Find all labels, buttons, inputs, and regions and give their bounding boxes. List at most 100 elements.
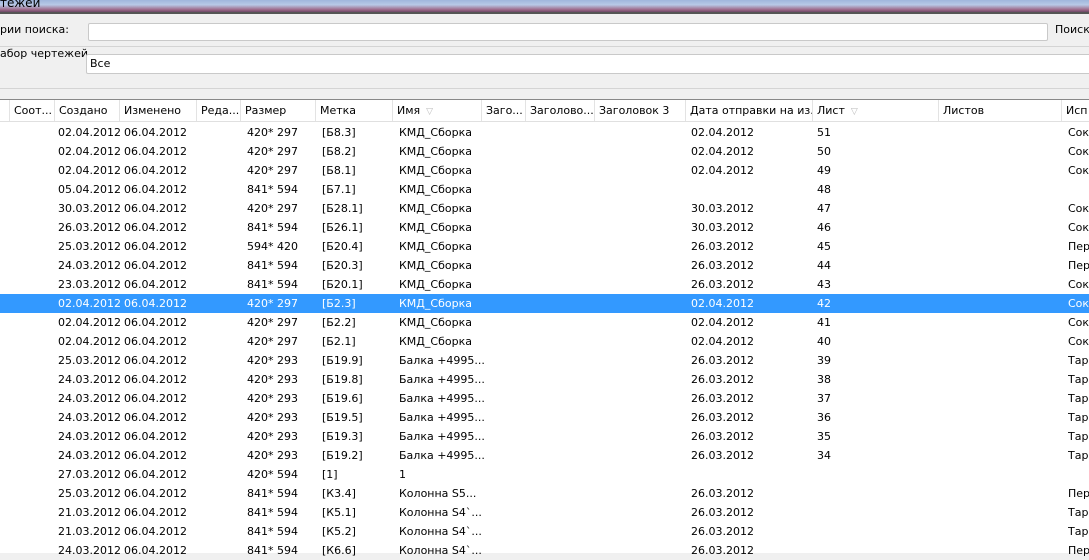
cell-name: КМД_Сборка: [399, 221, 472, 234]
cell-date-sent: 26.03.2012: [691, 411, 754, 424]
sort-icon[interactable]: ▽: [851, 107, 858, 117]
table-row[interactable]: 02.04.2012 06.04.2012 420* 297 [Б8.3] КМД_Сб…: [0, 123, 1089, 142]
cell-created: 26.03.2012: [58, 221, 121, 234]
cell-name: КМД_Сборка: [399, 335, 472, 348]
cell-mark: [К3.4]: [322, 487, 356, 500]
column-header[interactable]: Изменено: [120, 100, 197, 121]
cell-name: Балка +4995...: [399, 373, 485, 386]
column-header-label: Имя: [397, 104, 421, 117]
cell-date-sent: 02.04.2012: [691, 164, 754, 177]
column-header[interactable]: Заго...: [482, 100, 526, 121]
cell-date-sent: 26.03.2012: [691, 259, 754, 272]
cell-mark: [Б8.1]: [322, 164, 356, 177]
table-row[interactable]: 30.03.2012 06.04.2012 420* 297 [Б28.1] КМД_С…: [0, 199, 1089, 218]
table-row[interactable]: 02.04.2012 06.04.2012 420* 297 [Б2.3] КМД_Сб…: [0, 294, 1089, 313]
column-header[interactable]: Соот...: [10, 100, 55, 121]
cell-isp: Тар: [1068, 506, 1089, 519]
cell-modified: 06.04.2012: [124, 126, 187, 139]
column-header[interactable]: Имя ▽: [393, 100, 482, 121]
table-row[interactable]: 21.03.2012 06.04.2012 841* 594 [К5.1] Колон…: [0, 503, 1089, 522]
table-row[interactable]: 24.03.2012 06.04.2012 420* 293 [Б19.8] Балка…: [0, 370, 1089, 389]
column-header[interactable]: Создано: [55, 100, 120, 121]
cell-isp: Тар: [1068, 430, 1089, 443]
cell-mark: [Б8.2]: [322, 145, 356, 158]
column-header[interactable]: Дата отправки на из...: [686, 100, 813, 121]
cell-size: 420* 293: [247, 373, 298, 386]
table-row[interactable]: 24.03.2012 06.04.2012 420* 293 [Б19.3] Балка…: [0, 427, 1089, 446]
table-row[interactable]: 05.04.2012 06.04.2012 841* 594 [Б7.1] КМД_Сб…: [0, 180, 1089, 199]
cell-modified: 06.04.2012: [124, 544, 187, 557]
cell-created: 24.03.2012: [58, 392, 121, 405]
cell-modified: 06.04.2012: [124, 506, 187, 519]
table-row[interactable]: 24.03.2012 06.04.2012 420* 293 [Б19.6] Балка…: [0, 389, 1089, 408]
cell-sheet: 40: [817, 335, 831, 348]
table-row[interactable]: 02.04.2012 06.04.2012 420* 297 [Б2.1] КМД_Сб…: [0, 332, 1089, 351]
cell-size: 420* 297: [247, 335, 298, 348]
table-row[interactable]: 23.03.2012 06.04.2012 841* 594 [Б20.1] КМД_С…: [0, 275, 1089, 294]
column-header[interactable]: Лист ▽: [813, 100, 939, 121]
cell-date-sent: 26.03.2012: [691, 506, 754, 519]
cell-date-sent: 26.03.2012: [691, 278, 754, 291]
cell-isp: Пер: [1068, 544, 1089, 557]
table-row[interactable]: 25.03.2012 06.04.2012 594* 420 [Б20.4] КМД_С…: [0, 237, 1089, 256]
cell-mark: [Б28.1]: [322, 202, 363, 215]
table-row[interactable]: 02.04.2012 06.04.2012 420* 297 [Б2.2] КМД_Сб…: [0, 313, 1089, 332]
cell-sheet: 43: [817, 278, 831, 291]
cell-created: 05.04.2012: [58, 183, 121, 196]
cell-isp: Тар: [1068, 411, 1089, 424]
column-header-label: Лист: [817, 104, 845, 117]
cell-mark: [Б19.8]: [322, 373, 363, 386]
column-header-label: Заголовок 3: [599, 104, 670, 117]
table-row[interactable]: 24.03.2012 06.04.2012 841* 594 [К6.6] Колон…: [0, 541, 1089, 560]
cell-size: 420* 297: [247, 164, 298, 177]
table-row[interactable]: 21.03.2012 06.04.2012 841* 594 [К5.2] Колон…: [0, 522, 1089, 541]
column-header[interactable]: Размер: [241, 100, 316, 121]
table-row[interactable]: 24.03.2012 06.04.2012 841* 594 [Б20.3] КМД_С…: [0, 256, 1089, 275]
cell-name: КМД_Сборка: [399, 278, 472, 291]
cell-modified: 06.04.2012: [124, 449, 187, 462]
column-header[interactable]: Реда...: [197, 100, 241, 121]
cell-created: 24.03.2012: [58, 259, 121, 272]
cell-isp: Пер: [1068, 240, 1089, 253]
cell-mark: [1]: [322, 468, 338, 481]
column-header[interactable]: Заголово...: [526, 100, 595, 121]
cell-sheet: 48: [817, 183, 831, 196]
cell-size: 420* 594: [247, 468, 298, 481]
cell-size: 841* 594: [247, 259, 298, 272]
table-row[interactable]: 24.03.2012 06.04.2012 420* 293 [Б19.5] Балка…: [0, 408, 1089, 427]
cell-name: КМД_Сборка: [399, 183, 472, 196]
column-header[interactable]: Метка: [316, 100, 393, 121]
column-header[interactable]: Исп: [1062, 100, 1089, 121]
column-header-label: Реда...: [201, 104, 240, 117]
cell-name: КМД_Сборка: [399, 240, 472, 253]
cell-size: 841* 594: [247, 544, 298, 557]
column-header[interactable]: [0, 100, 10, 121]
cell-name: КМД_Сборка: [399, 164, 472, 177]
cell-name: Колонна S4`...: [399, 525, 482, 538]
table-row[interactable]: 26.03.2012 06.04.2012 841* 594 [Б26.1] КМД_С…: [0, 218, 1089, 237]
cell-created: 24.03.2012: [58, 430, 121, 443]
title-bar: тежей: [0, 0, 1089, 14]
cell-created: 24.03.2012: [58, 449, 121, 462]
cell-modified: 06.04.2012: [124, 468, 187, 481]
column-header-label: Создано: [59, 104, 108, 117]
cell-mark: [Б20.4]: [322, 240, 363, 253]
table-row[interactable]: 25.03.2012 06.04.2012 841* 594 [К3.4] Колон…: [0, 484, 1089, 503]
sort-icon[interactable]: ▽: [426, 107, 433, 117]
table-row[interactable]: 25.03.2012 06.04.2012 420* 293 [Б19.9] Балка…: [0, 351, 1089, 370]
column-header[interactable]: Листов: [939, 100, 1062, 121]
search-input[interactable]: [88, 23, 1048, 41]
drawing-set-select[interactable]: Все: [86, 54, 1089, 74]
cell-name: КМД_Сборка: [399, 297, 472, 310]
table-row[interactable]: 02.04.2012 06.04.2012 420* 297 [Б8.1] КМД_Сб…: [0, 161, 1089, 180]
table-row[interactable]: 02.04.2012 06.04.2012 420* 297 [Б8.2] КМД_Сб…: [0, 142, 1089, 161]
cell-name: КМД_Сборка: [399, 259, 472, 272]
cell-mark: [Б2.3]: [322, 297, 356, 310]
search-button[interactable]: Поиск: [1055, 23, 1089, 36]
table-row[interactable]: 24.03.2012 06.04.2012 420* 293 [Б19.2] Балка…: [0, 446, 1089, 465]
column-header[interactable]: Заголовок 3: [595, 100, 686, 121]
cell-mark: [Б7.1]: [322, 183, 356, 196]
cell-size: 420* 297: [247, 145, 298, 158]
table-row[interactable]: 27.03.2012 06.04.2012 420* 594 [1] 1: [0, 465, 1089, 484]
cell-size: 420* 297: [247, 202, 298, 215]
